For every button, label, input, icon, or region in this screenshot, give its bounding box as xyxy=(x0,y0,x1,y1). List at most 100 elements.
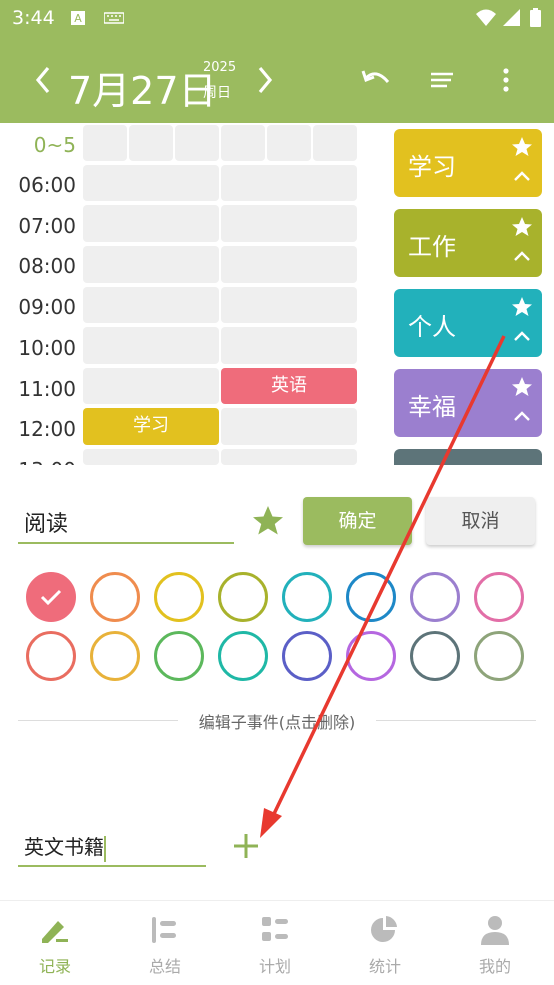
subevent-input-value: 英文书籍 xyxy=(24,835,104,859)
event-name-input[interactable] xyxy=(18,502,234,544)
a-icon: A xyxy=(71,11,85,25)
color-swatch[interactable] xyxy=(474,631,524,681)
color-swatch[interactable] xyxy=(154,631,204,681)
nav-mine[interactable]: 我的 xyxy=(440,901,550,985)
nav-label: 我的 xyxy=(478,957,511,976)
time-slot[interactable] xyxy=(221,408,357,445)
color-swatch[interactable] xyxy=(346,631,396,681)
pencil-icon xyxy=(42,921,68,943)
color-swatch[interactable] xyxy=(26,572,76,622)
nav-summary[interactable]: 总结 xyxy=(110,901,220,985)
time-slot[interactable] xyxy=(221,327,357,364)
add-subevent-icon[interactable] xyxy=(231,831,261,861)
category-work[interactable]: 工作 xyxy=(394,209,542,277)
category-more[interactable] xyxy=(394,449,542,465)
time-slot[interactable] xyxy=(175,125,219,161)
category-personal[interactable]: 个人 xyxy=(394,289,542,357)
time-slot[interactable] xyxy=(83,125,127,161)
wifi-icon xyxy=(476,9,496,26)
current-date[interactable]: 7月27日 xyxy=(68,60,217,115)
bottom-nav: 记录 总结 计划 统计 我的 xyxy=(0,900,554,984)
event-block-english[interactable]: 英语 xyxy=(221,368,357,404)
color-swatch[interactable] xyxy=(410,631,460,681)
status-bar: 3:44 A xyxy=(0,0,554,40)
chevron-up-icon[interactable] xyxy=(512,409,532,423)
event-block-study[interactable]: 学习 xyxy=(83,408,219,445)
pie-icon xyxy=(371,916,397,942)
time-slot[interactable] xyxy=(313,125,357,161)
battery-icon xyxy=(530,8,541,27)
color-swatch[interactable] xyxy=(218,631,268,681)
time-slot[interactable] xyxy=(221,205,357,242)
next-day-icon[interactable] xyxy=(246,62,282,98)
keyboard-icon xyxy=(104,12,124,24)
category-study[interactable]: 学习 xyxy=(394,129,542,197)
color-swatch[interactable] xyxy=(26,631,76,681)
time-label: 09:00 xyxy=(18,295,76,319)
category-label: 学习 xyxy=(408,153,456,181)
cancel-button[interactable]: 取消 xyxy=(426,497,535,545)
prev-day-icon[interactable] xyxy=(26,62,62,98)
time-slot[interactable] xyxy=(221,165,357,201)
current-weekday: 周日 xyxy=(203,85,231,101)
app-bar: 7月27日 2025 周日 xyxy=(0,40,554,123)
text-cursor xyxy=(104,835,106,862)
time-slot[interactable] xyxy=(221,287,357,323)
color-swatch[interactable] xyxy=(154,572,204,622)
time-slot[interactable] xyxy=(83,449,219,465)
time-slot[interactable] xyxy=(83,287,219,323)
time-slot[interactable] xyxy=(267,125,311,161)
nav-record[interactable]: 记录 xyxy=(0,901,110,985)
time-slot[interactable] xyxy=(129,125,173,161)
time-slot[interactable] xyxy=(83,368,219,404)
signal-icon xyxy=(503,9,520,26)
confirm-button[interactable]: 确定 xyxy=(303,497,412,545)
star-icon[interactable] xyxy=(510,215,534,239)
color-swatch[interactable] xyxy=(90,572,140,622)
time-label: 11:00 xyxy=(18,377,76,401)
more-icon[interactable] xyxy=(488,62,524,98)
time-slot[interactable] xyxy=(221,246,357,283)
color-swatch[interactable] xyxy=(474,572,524,622)
time-slot[interactable] xyxy=(83,327,219,364)
chevron-up-icon[interactable] xyxy=(512,249,532,263)
star-icon[interactable] xyxy=(510,295,534,319)
color-swatch[interactable] xyxy=(410,572,460,622)
time-slot[interactable] xyxy=(221,125,265,161)
star-icon[interactable] xyxy=(249,503,287,539)
color-swatch[interactable] xyxy=(218,572,268,622)
plan-icon xyxy=(262,917,288,941)
check-icon xyxy=(40,589,62,606)
nav-label: 计划 xyxy=(258,957,291,976)
time-label: 12:00 xyxy=(18,417,76,441)
time-slot[interactable] xyxy=(83,165,219,201)
current-year: 2025 xyxy=(203,60,237,75)
nav-stats[interactable]: 统计 xyxy=(330,901,440,985)
time-slot[interactable] xyxy=(221,449,357,465)
color-swatch[interactable] xyxy=(282,631,332,681)
color-swatch[interactable] xyxy=(346,572,396,622)
star-icon[interactable] xyxy=(510,135,534,159)
chevron-up-icon[interactable] xyxy=(512,169,532,183)
star-icon[interactable] xyxy=(510,375,534,399)
nav-plan[interactable]: 计划 xyxy=(220,901,330,985)
time-label: 10:00 xyxy=(18,336,76,360)
summary-icon xyxy=(152,917,176,943)
subevent-input[interactable]: 英文书籍 xyxy=(18,829,206,867)
nav-label: 记录 xyxy=(38,957,71,976)
sort-icon[interactable] xyxy=(424,62,460,98)
svg-text:A: A xyxy=(74,12,82,25)
color-swatch[interactable] xyxy=(90,631,140,681)
time-slot[interactable] xyxy=(83,246,219,283)
chevron-up-icon[interactable] xyxy=(512,329,532,343)
undo-icon[interactable] xyxy=(358,62,394,98)
status-time: 3:44 xyxy=(12,7,55,29)
time-slot[interactable] xyxy=(83,205,219,242)
color-swatch[interactable] xyxy=(282,572,332,622)
nav-label: 总结 xyxy=(148,957,181,976)
nav-label: 统计 xyxy=(368,957,401,976)
category-happiness[interactable]: 幸福 xyxy=(394,369,542,437)
time-label: 0~5 xyxy=(33,133,76,157)
category-label: 个人 xyxy=(408,313,456,341)
person-icon xyxy=(481,916,509,945)
